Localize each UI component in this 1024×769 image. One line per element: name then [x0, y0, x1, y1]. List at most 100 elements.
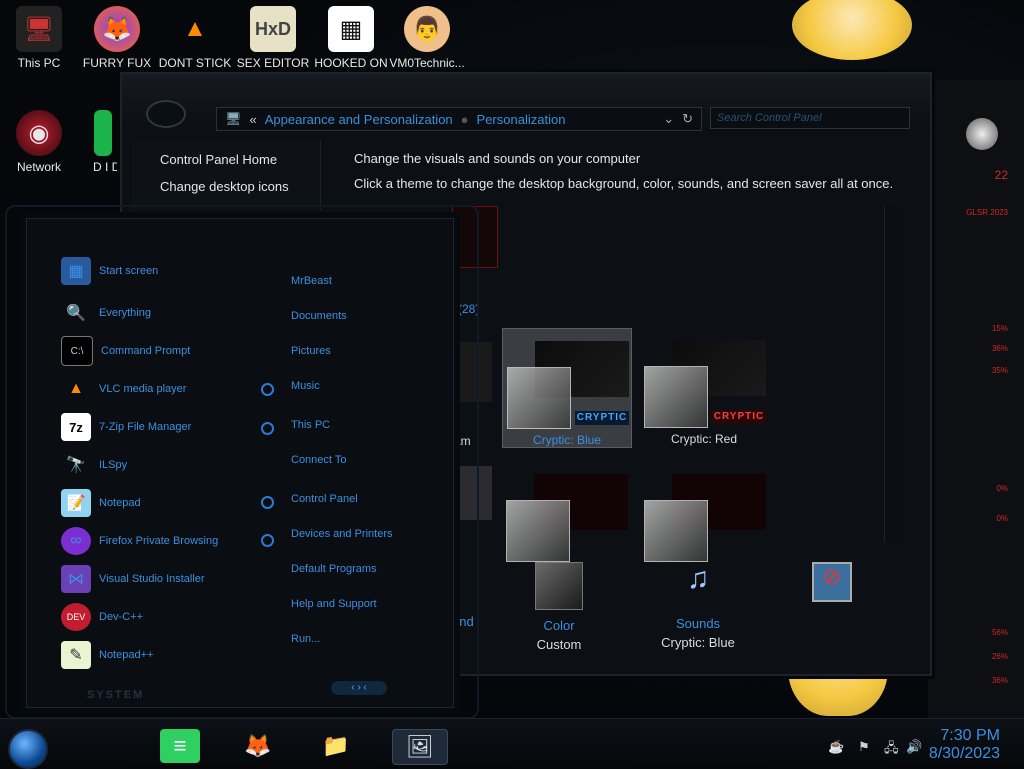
clock-date: 8/30/2023 [928, 745, 1000, 762]
sounds-setting[interactable]: ♫ Sounds Cryptic: Blue [658, 562, 738, 650]
start-item-ilspy[interactable]: 🔭 ILSpy [61, 451, 127, 479]
start-item-command-prompt[interactable]: C:\ Command Prompt [61, 336, 191, 366]
deco-text: 56% [991, 628, 1008, 637]
nav-change-desktop-icons[interactable]: Change desktop icons [132, 167, 320, 194]
clock-time: 7:30 PM [940, 727, 1000, 744]
breadcrumb-overflow[interactable]: « [250, 112, 257, 127]
submenu-arrow-icon[interactable] [261, 383, 274, 396]
start-item-vlc[interactable]: ▲ VLC media player [61, 375, 186, 403]
start-item-firefox-private[interactable]: ∞ Firefox Private Browsing [61, 527, 218, 555]
alien-logo-icon [966, 118, 998, 150]
deco-text: 0% [996, 514, 1008, 523]
ilspy-icon: 🔭 [66, 457, 86, 474]
color-link[interactable]: Color [530, 618, 588, 633]
partial-theme-preview[interactable] [452, 466, 492, 520]
desktop-icon-sex-editor[interactable]: HxD SEX EDITOR [234, 6, 312, 70]
start-item-label: Everything [99, 307, 151, 319]
search-magnifier-icon: 🔍 [66, 305, 86, 322]
desktop-icon-vm0technic[interactable]: 👨 VM0Technic... [388, 6, 466, 70]
firefox-private-icon: ∞ [61, 527, 91, 555]
tray-flag-icon[interactable]: ⚑ [858, 739, 870, 755]
start-item-label: ILSpy [99, 459, 128, 471]
submenu-arrow-icon[interactable] [261, 496, 274, 509]
desktop-icon-furry-fux[interactable]: 🦊 FURRY FUX [78, 6, 156, 70]
partial-theme-label: am [454, 434, 471, 448]
start-item-notepadpp[interactable]: ✎ Notepad++ [61, 641, 153, 669]
theme-tile[interactable] [640, 462, 768, 562]
start-link-devices-printers[interactable]: Devices and Printers [291, 528, 393, 540]
taskbar-app-notes-icon[interactable]: ≡ [160, 729, 200, 763]
chevron-down-icon[interactable]: ⌄ [663, 111, 674, 127]
start-item-label: Notepad++ [99, 649, 154, 661]
sound-link[interactable]: und [452, 614, 474, 629]
desktop-gadget-panel: 22 GLSR 2023 15% 36% 35% 0% 0% 56% 26% 3… [928, 80, 1024, 720]
start-link-run[interactable]: Run... [291, 633, 320, 645]
start-item-devcpp[interactable]: DEV Dev-C++ [61, 603, 143, 631]
color-setting[interactable]: Color Custom [530, 562, 588, 652]
taskbar-app-firefox-icon[interactable]: 🦊 [238, 729, 278, 763]
all-programs-arrows[interactable]: ‹ › ‹ [331, 681, 387, 695]
start-item-everything[interactable]: 🔍 Everything [61, 299, 151, 327]
start-item-7zip[interactable]: 7z 7-Zip File Manager [61, 413, 191, 441]
start-link-help-support[interactable]: Help and Support [291, 598, 377, 610]
deco-text: 35% [991, 366, 1008, 375]
theme-cryptic-red[interactable]: CRYPTIC Cryptic: Red [640, 328, 768, 446]
desktop-icon-hooked-on[interactable]: ▦ HOOKED ON [312, 6, 390, 70]
taskbar-app-explorer-icon[interactable]: 📁 [316, 729, 356, 763]
theme-color-swatch [507, 367, 571, 429]
desktop-icon-label: HOOKED ON [314, 56, 388, 70]
app-icon [94, 110, 112, 156]
start-link-this-pc[interactable]: This PC [291, 419, 330, 431]
deco-text: 26% [991, 652, 1008, 661]
start-item-notepad[interactable]: 📝 Notepad [61, 489, 141, 517]
desktop-icon-label: VM0Technic... [389, 56, 465, 70]
start-button[interactable] [8, 729, 48, 769]
address-bar[interactable]: 🖥 « Appearance and Personalization ● Per… [216, 107, 702, 131]
refresh-icon[interactable]: ↻ [682, 111, 693, 127]
tray-volume-icon[interactable]: 🔊 [906, 739, 922, 755]
theme-tile[interactable] [502, 462, 630, 562]
search-input[interactable]: Search Control Panel [710, 107, 910, 129]
taskbar-clock[interactable]: 7:30 PM 8/30/2023 [929, 727, 1000, 763]
sounds-link[interactable]: Sounds [658, 616, 738, 631]
desktop-icon-dont-stick[interactable]: ▲ DONT STICK [156, 6, 234, 70]
screensaver-icon[interactable]: ⊘ [812, 562, 852, 602]
start-link-default-programs[interactable]: Default Programs [291, 563, 377, 575]
start-link-control-panel[interactable]: Control Panel [291, 493, 358, 505]
back-forward-button[interactable] [146, 100, 186, 128]
computer-icon: 🖥 [16, 6, 62, 52]
theme-cryptic-blue[interactable]: CRYPTIC Cryptic: Blue [502, 328, 632, 448]
start-item-visual-studio-installer[interactable]: ⋈ Visual Studio Installer [61, 565, 205, 593]
taskbar-app-control-panel-icon[interactable]: 🖼 [392, 729, 448, 765]
start-item-start-screen[interactable]: ▦ Start screen [61, 257, 158, 285]
start-link-music[interactable]: Music [291, 380, 320, 392]
sound-setting[interactable]: und [452, 614, 474, 629]
start-link-documents[interactable]: Documents [291, 310, 347, 322]
themes-scrollbar[interactable] [884, 206, 901, 542]
breadcrumb-appearance[interactable]: Appearance and Personalization [265, 112, 453, 127]
tray-network-icon[interactable]: 🖧 [884, 739, 899, 761]
desktop-icon-this-pc[interactable]: 🖥 This PC [0, 6, 78, 70]
cmd-icon: C:\ [61, 336, 93, 366]
breadcrumb-personalization[interactable]: Personalization [477, 112, 566, 127]
start-link-mrbeast[interactable]: MrBeast [291, 275, 332, 287]
notepad-icon: 📝 [61, 489, 91, 517]
start-link-connect-to[interactable]: Connect To [291, 454, 346, 466]
start-item-label: Dev-C++ [99, 611, 144, 623]
theme-color-swatch [644, 366, 708, 428]
color-swatch-icon [535, 562, 583, 610]
desktop-icon-label: FURRY FUX [82, 56, 152, 70]
start-item-label: Command Prompt [101, 345, 191, 357]
theme-label: Cryptic: Blue [532, 433, 602, 447]
theme-brand: CRYPTIC [575, 411, 629, 425]
main-content: Change the visuals and sounds on your co… [354, 146, 893, 196]
start-link-pictures[interactable]: Pictures [291, 345, 331, 357]
submenu-arrow-icon[interactable] [261, 534, 274, 547]
theme-color-swatch [506, 500, 570, 562]
partial-theme-preview[interactable] [452, 342, 492, 402]
partial-theme-preview[interactable] [452, 206, 498, 268]
nav-control-panel-home[interactable]: Control Panel Home [132, 140, 320, 167]
network-icon: ◉ [16, 110, 62, 156]
submenu-arrow-icon[interactable] [261, 422, 274, 435]
tray-java-icon[interactable]: ☕ [828, 739, 844, 755]
